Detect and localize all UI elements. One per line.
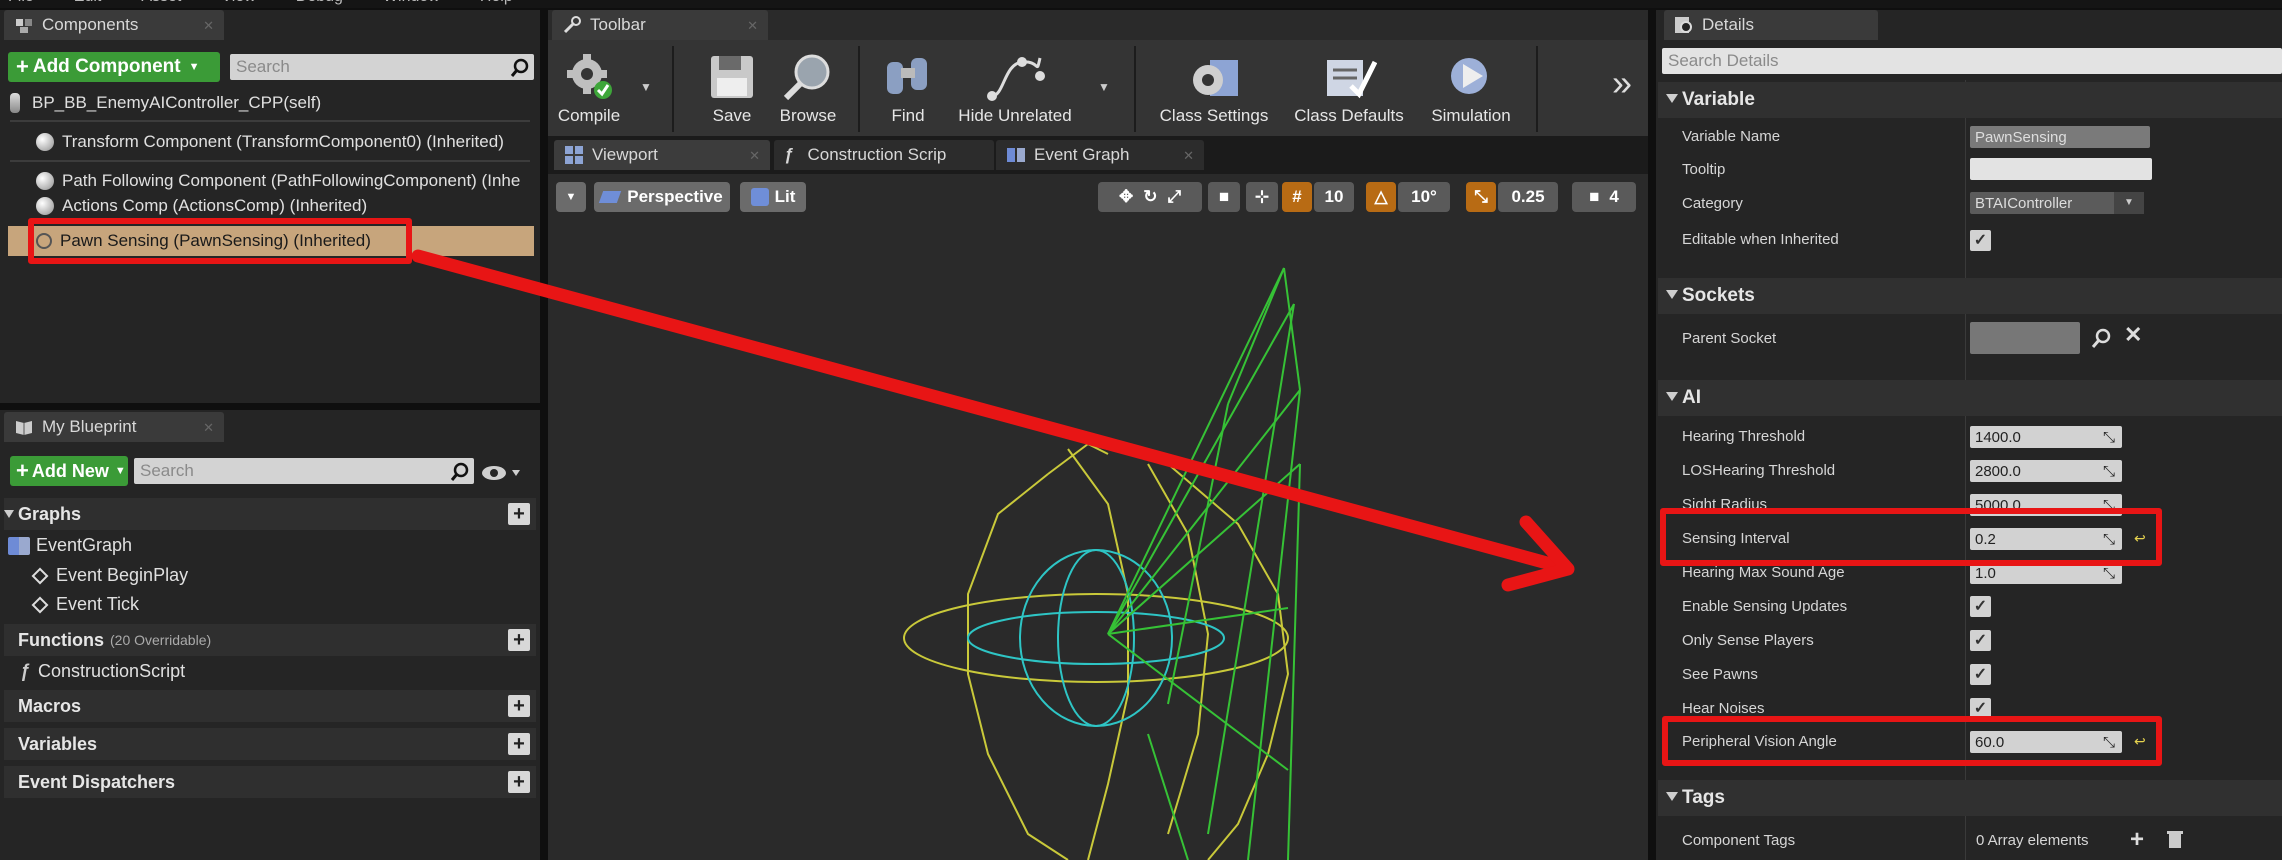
annotation-arrow xyxy=(411,249,1575,592)
